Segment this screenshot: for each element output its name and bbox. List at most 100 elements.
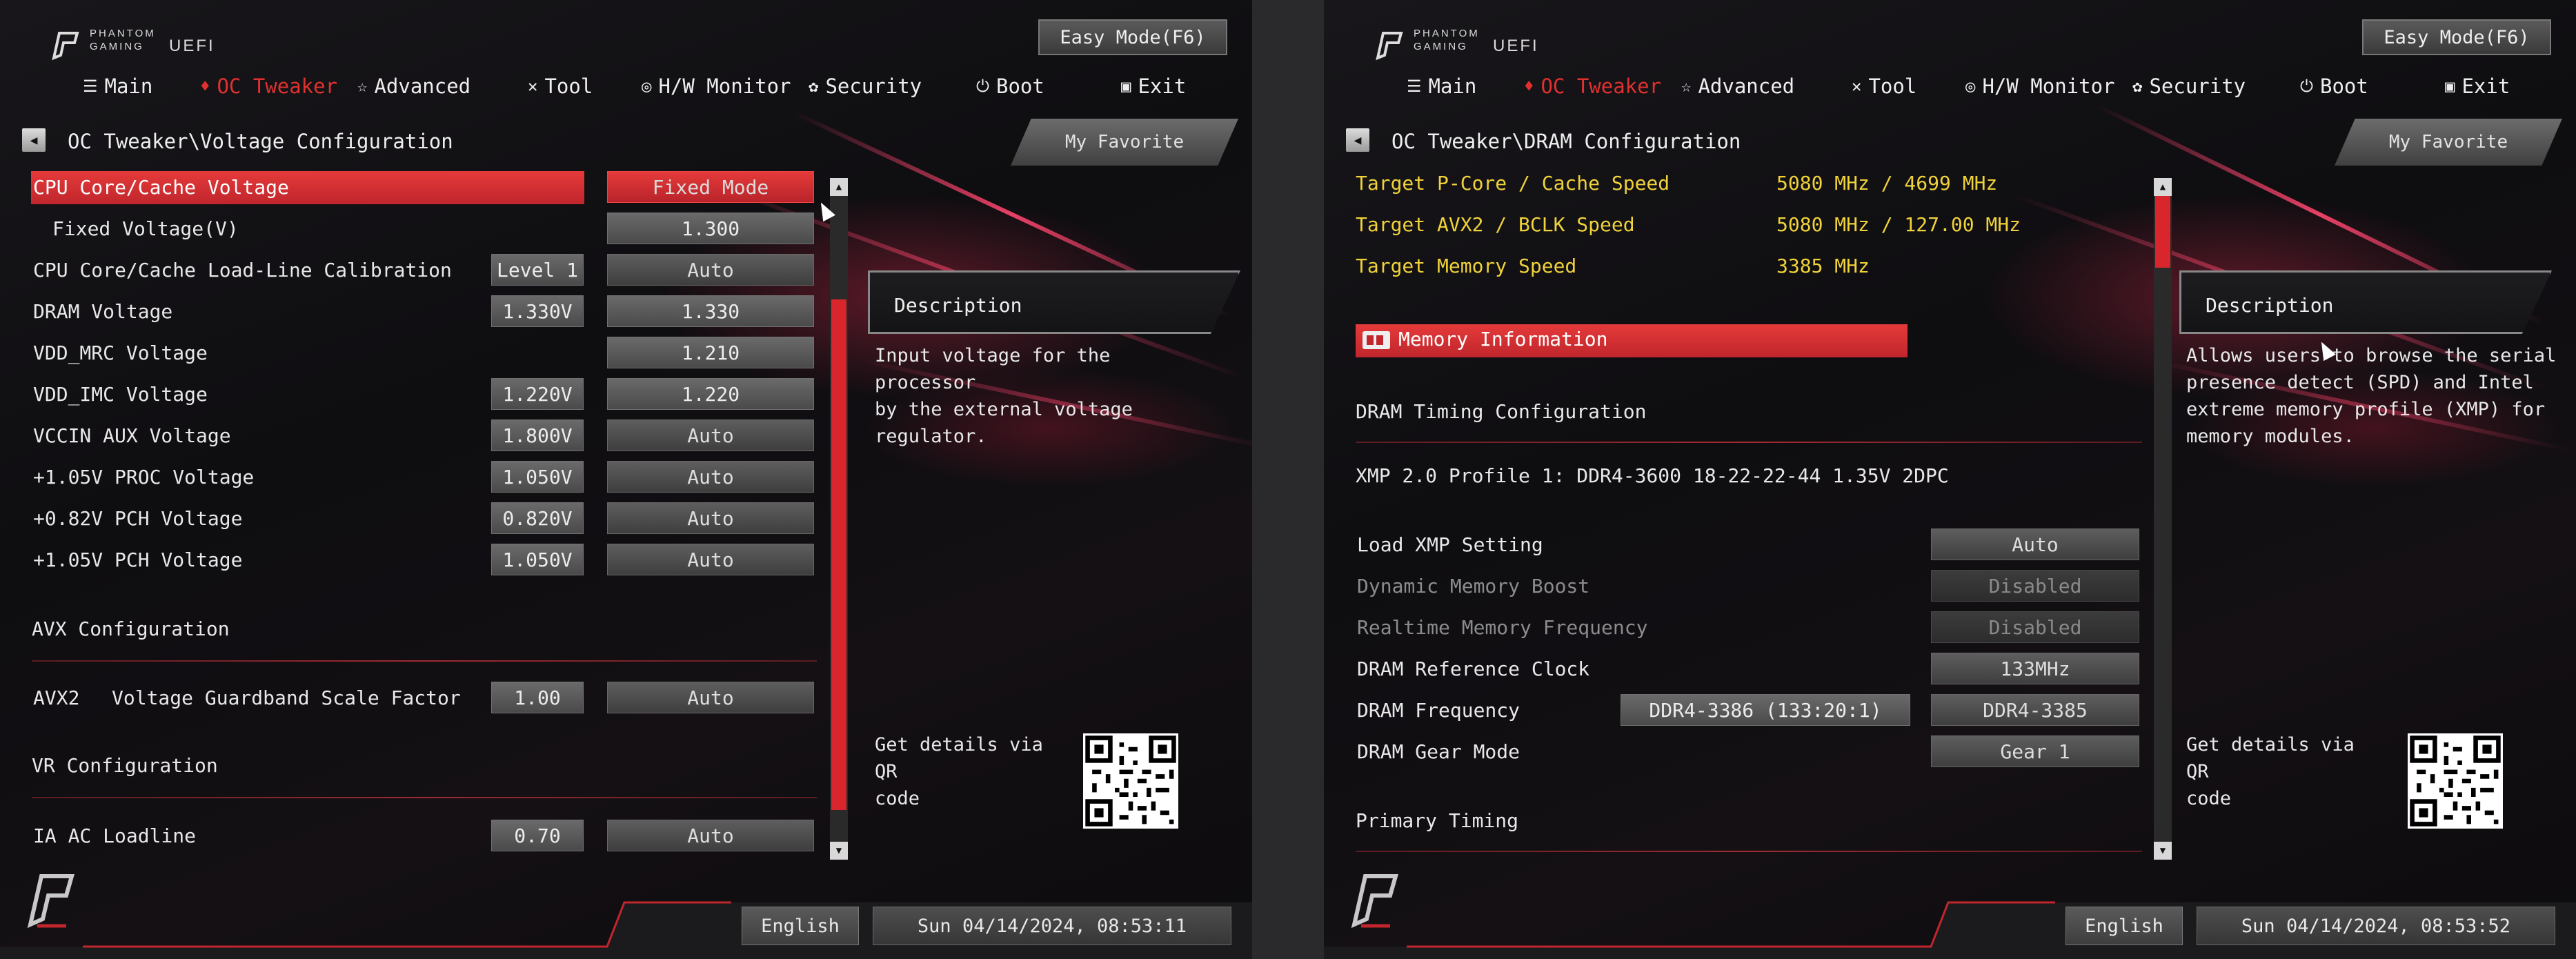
current-value: 1.050V xyxy=(491,544,584,575)
nav-exit[interactable]: ▣ Exit xyxy=(1121,72,1186,100)
row-label[interactable]: DRAM Frequency xyxy=(1357,701,1520,720)
nav-tool[interactable]: ✕ Tool xyxy=(1852,72,1916,100)
setting-dram-frequency[interactable]: DDR4-3385 xyxy=(1931,694,2139,726)
nav-boot[interactable]: ⏻ Boot xyxy=(2300,72,2368,100)
setting-vdd-imc[interactable]: 1.220 xyxy=(607,378,814,410)
setting-avx2-guardband[interactable]: Auto xyxy=(607,682,814,713)
datetime-display: Sun 04/14/2024, 08:53:52 xyxy=(2197,907,2555,945)
setting-105-pch[interactable]: Auto xyxy=(607,544,814,575)
nav-oc-tweaker[interactable]: ♦ OC Tweaker xyxy=(1524,72,1661,100)
breadcrumb: OC Tweaker\Voltage Configuration xyxy=(68,130,453,153)
brand-name: PHANTOM GAMING xyxy=(1414,28,1480,52)
description-text: Allows users to browse the serial presen… xyxy=(2186,345,2557,447)
memory-information-label[interactable]: Memory Information xyxy=(1363,330,1607,349)
setting-fixed-voltage[interactable]: 1.300 xyxy=(607,212,814,244)
back-arrow-icon: ◀ xyxy=(30,132,38,148)
scrollbar[interactable]: ▲ ▼ xyxy=(2154,178,2172,860)
nav-exit[interactable]: ▣ Exit xyxy=(2445,72,2510,100)
scrollbar[interactable]: ▲ ▼ xyxy=(830,178,848,860)
row-label[interactable]: VCCIN AUX Voltage xyxy=(33,426,231,446)
setting-realtime-memory-frequency: Disabled xyxy=(1931,611,2139,643)
row-label[interactable]: DRAM Voltage xyxy=(33,302,172,322)
row-label[interactable]: IA AC Loadline xyxy=(33,827,196,846)
scroll-down-arrow-icon[interactable]: ▼ xyxy=(2154,842,2172,860)
target-label: Target Memory Speed xyxy=(1356,255,1577,277)
nav-main[interactable]: ☰ Main xyxy=(83,72,152,100)
flame-icon: ♦ xyxy=(200,77,210,96)
datetime-display: Sun 04/14/2024, 08:53:11 xyxy=(873,907,1231,945)
flame-icon: ♦ xyxy=(1524,77,1534,96)
setting-vdd-mrc[interactable]: 1.210 xyxy=(607,337,814,368)
nav-tool[interactable]: ✕ Tool xyxy=(528,72,593,100)
row-label[interactable]: VDD_MRC Voltage xyxy=(33,344,208,363)
nav-main[interactable]: ☰ Main xyxy=(1407,72,1476,100)
row-label[interactable]: DRAM Gear Mode xyxy=(1357,742,1520,762)
row-label: Dynamic Memory Boost xyxy=(1357,575,1590,597)
brand-uefi: UEFI xyxy=(1493,37,1539,55)
setting-dram-reference-clock[interactable]: 133MHz xyxy=(1931,653,2139,684)
brand-uefi: UEFI xyxy=(169,37,215,55)
door-icon: ▣ xyxy=(1121,77,1131,96)
scroll-thumb[interactable] xyxy=(831,299,846,810)
row-label[interactable]: +0.82V PCH Voltage xyxy=(33,509,242,528)
my-favorite-button[interactable]: My Favorite xyxy=(2335,119,2562,166)
nav-hw-monitor[interactable]: ◎ H/W Monitor xyxy=(1965,72,2115,100)
scroll-down-arrow-icon[interactable]: ▼ xyxy=(830,842,848,860)
nav-advanced[interactable]: ☆ Advanced xyxy=(357,72,470,100)
nav-advanced[interactable]: ☆ Advanced xyxy=(1681,72,1794,100)
row-label[interactable]: VDD_IMC Voltage xyxy=(33,385,208,404)
nav-security[interactable]: ✿ Security xyxy=(2132,72,2246,100)
scroll-up-arrow-icon[interactable]: ▲ xyxy=(2154,178,2172,196)
current-value: 1.800V xyxy=(491,419,584,451)
panel-divider xyxy=(1252,0,1324,959)
row-label[interactable]: DRAM Reference Clock xyxy=(1357,660,1589,679)
phantom-gaming-logo-icon xyxy=(52,32,79,61)
easy-mode-button[interactable]: Easy Mode(F6) xyxy=(2362,19,2551,55)
nav-security[interactable]: ✿ Security xyxy=(809,72,922,100)
setting-dram-gear-mode[interactable]: Gear 1 xyxy=(1931,735,2139,767)
shield-icon: ✿ xyxy=(2132,77,2143,96)
row-label[interactable]: Load XMP Setting xyxy=(1357,535,1543,555)
memory-chip-icon xyxy=(1363,331,1390,349)
phantom-gaming-logo-icon xyxy=(1376,32,1403,61)
setting-cpu-core-cache-voltage[interactable]: Fixed Mode xyxy=(607,171,814,203)
language-button[interactable]: English xyxy=(2065,907,2183,945)
qr-code-icon xyxy=(2408,733,2503,829)
back-button[interactable]: ◀ xyxy=(22,128,46,152)
section-divider xyxy=(1356,851,2142,852)
setting-dram-voltage[interactable]: 1.330 xyxy=(607,295,814,327)
section-heading-avx: AVX Configuration xyxy=(32,617,230,640)
target-value: 3385 MHz xyxy=(1776,255,1870,277)
row-label[interactable]: Voltage Guardband Scale Factor xyxy=(112,689,461,708)
scroll-up-arrow-icon[interactable]: ▲ xyxy=(830,178,848,196)
row-label[interactable]: AVX2 xyxy=(33,689,79,708)
setting-082-pch[interactable]: Auto xyxy=(607,502,814,534)
setting-vccin-aux[interactable]: Auto xyxy=(607,419,814,451)
setting-ia-ac-loadline[interactable]: Auto xyxy=(607,820,814,851)
setting-load-xmp[interactable]: Auto xyxy=(1931,528,2139,560)
nav-oc-tweaker[interactable]: ♦ OC Tweaker xyxy=(200,72,337,100)
scroll-thumb[interactable] xyxy=(2155,196,2170,268)
my-favorite-button[interactable]: My Favorite xyxy=(1011,119,1238,166)
nav-hw-monitor[interactable]: ◎ H/W Monitor xyxy=(642,72,791,100)
row-label[interactable]: +1.05V PCH Voltage xyxy=(33,551,242,570)
row-label[interactable]: Fixed Voltage(V) xyxy=(52,219,239,239)
monitor-icon: ◎ xyxy=(1965,77,1976,96)
section-heading-primary-timing[interactable]: Primary Timing xyxy=(1356,811,1518,831)
description-header: Description xyxy=(868,270,1240,334)
section-heading-dram-timing[interactable]: DRAM Timing Configuration xyxy=(1356,402,1646,422)
setting-105-proc[interactable]: Auto xyxy=(607,461,814,493)
section-divider xyxy=(1356,442,2142,443)
back-button[interactable]: ◀ xyxy=(1346,128,1369,152)
row-label[interactable]: +1.05V PROC Voltage xyxy=(33,468,254,487)
description-header: Description xyxy=(2179,270,2552,334)
row-label[interactable]: CPU Core/Cache Load-Line Calibration xyxy=(33,261,452,280)
nav-boot[interactable]: ⏻ Boot xyxy=(976,72,1044,100)
qr-code-icon xyxy=(1083,733,1178,829)
target-value: 5080 MHz / 127.00 MHz xyxy=(1776,213,2021,236)
setting-llc[interactable]: Auto xyxy=(607,254,814,286)
easy-mode-button[interactable]: Easy Mode(F6) xyxy=(1038,19,1227,55)
current-value: 1.330V xyxy=(491,295,584,327)
row-label[interactable]: CPU Core/Cache Voltage xyxy=(33,178,289,197)
language-button[interactable]: English xyxy=(742,907,859,945)
